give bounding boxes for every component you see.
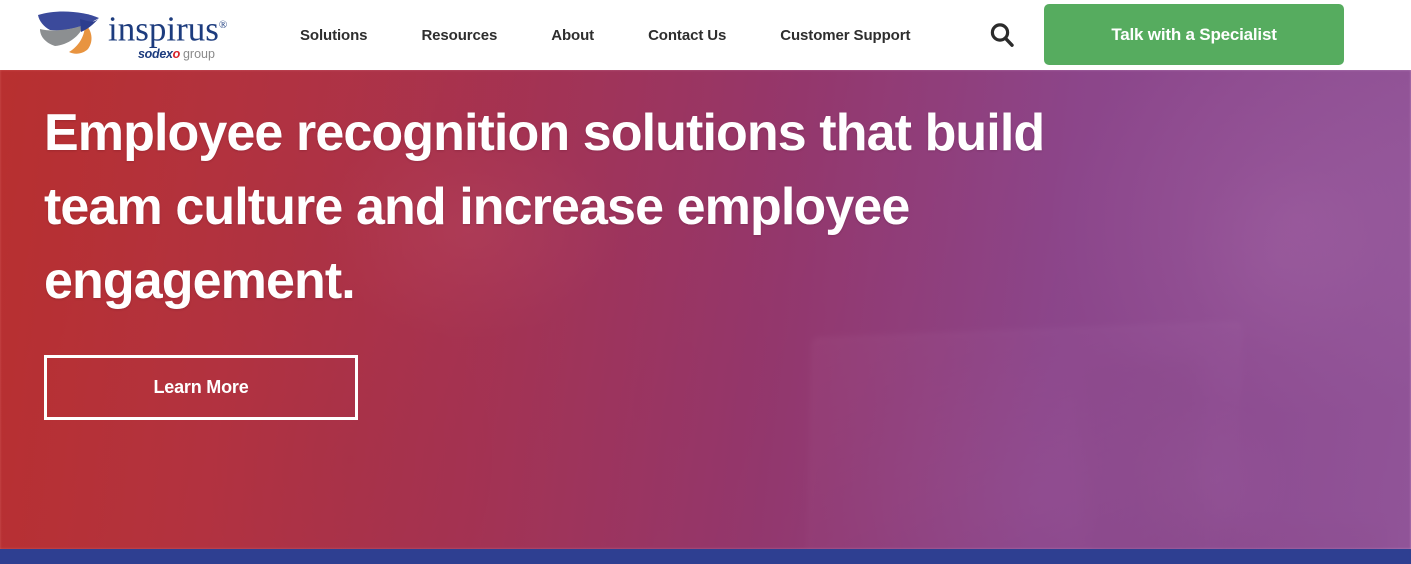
hero-section: Employee recognition solutions that buil… (0, 70, 1411, 549)
landing-page: inspirus® sodexo group Solutions Resource… (0, 0, 1411, 564)
bottom-accent-bar (0, 549, 1411, 564)
brand-tagline: sodexo group (138, 47, 215, 61)
registered-mark: ® (218, 19, 228, 31)
nav-item-solutions[interactable]: Solutions (300, 27, 368, 44)
hero-heading: Employee recognition solutions that buil… (44, 104, 1045, 310)
nav-item-about[interactable]: About (551, 27, 594, 44)
search-icon (987, 20, 1017, 53)
talk-with-specialist-button[interactable]: Talk with a Specialist (1044, 4, 1344, 65)
main-navigation: Solutions Resources About Contact Us Cus… (300, 0, 910, 70)
brand-wordmark: inspirus® (108, 9, 228, 49)
nav-item-resources[interactable]: Resources (421, 27, 497, 44)
brand-logo-link[interactable]: inspirus® sodexo group (36, 4, 251, 66)
hero-content: Employee recognition solutions that buil… (44, 96, 1114, 420)
nav-item-customer-support[interactable]: Customer Support (780, 27, 910, 44)
search-button[interactable] (985, 19, 1019, 53)
learn-more-button[interactable]: Learn More (44, 355, 358, 420)
inspirus-leaf-logo-icon (36, 10, 106, 56)
nav-item-contact-us[interactable]: Contact Us (648, 27, 726, 44)
site-header: inspirus® sodexo group Solutions Resource… (0, 0, 1411, 70)
